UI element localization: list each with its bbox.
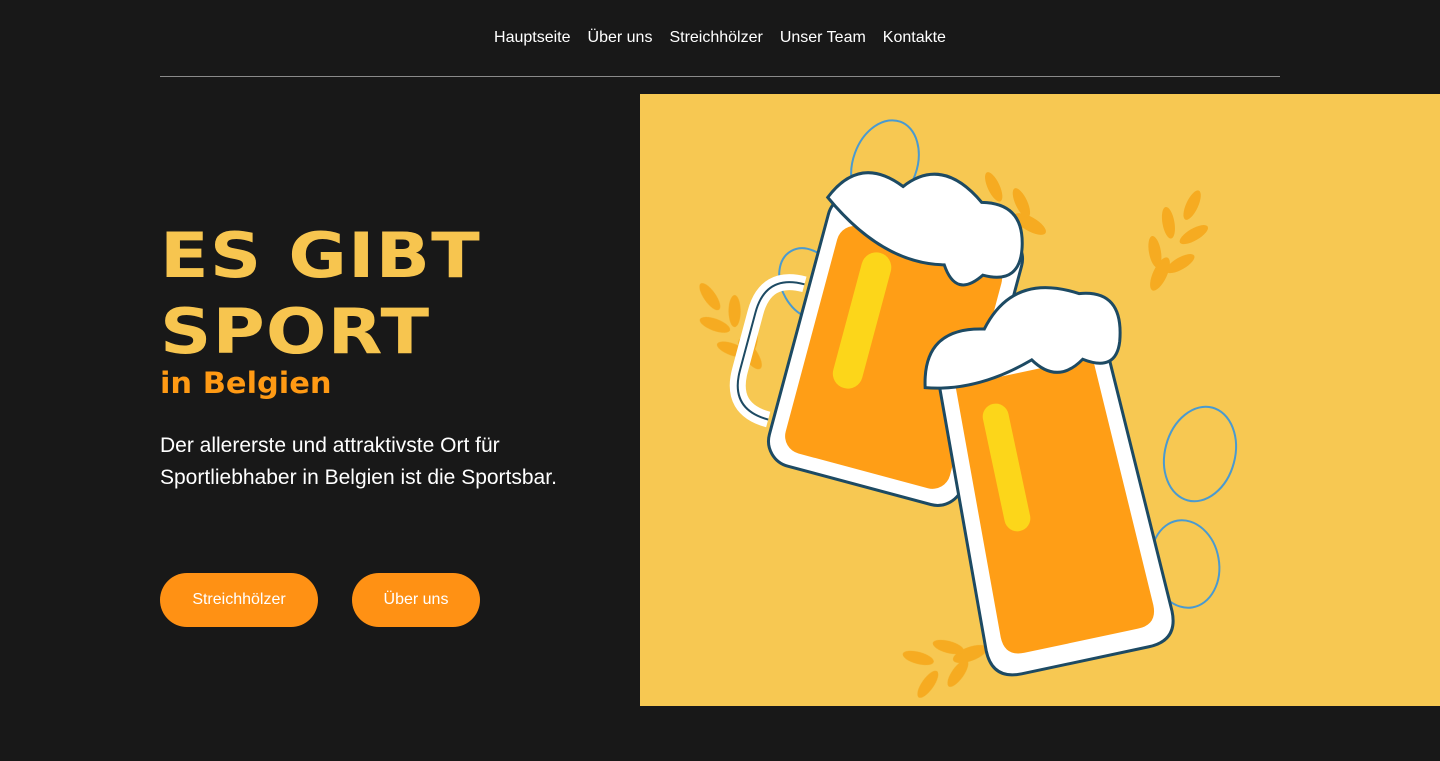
beer-toast-illustration-icon — [699, 119, 1238, 698]
hero-title-line2: SPORT — [160, 295, 431, 368]
nav-link-kontakte[interactable]: Kontakte — [883, 29, 946, 46]
nav-item-kontakte: Kontakte — [883, 29, 946, 47]
ueber-uns-button[interactable]: Über uns — [352, 573, 480, 627]
nav-link-streichhoelzer[interactable]: Streichhölzer — [669, 29, 762, 46]
hero-subtitle: in Belgien — [160, 366, 332, 400]
nav-item-ueber-uns: Über uns — [588, 29, 653, 47]
top-navigation: Hauptseite Über uns Streichhölzer Unser … — [160, 0, 1280, 77]
hero-title: ES GIBT SPORT — [160, 218, 481, 370]
nav-link-hauptseite[interactable]: Hauptseite — [494, 29, 571, 46]
nav-link-unser-team[interactable]: Unser Team — [780, 29, 866, 46]
beer-illustration-panel — [640, 94, 1440, 706]
nav-item-streichhoelzer: Streichhölzer — [669, 29, 762, 47]
nav-item-unser-team: Unser Team — [780, 29, 866, 47]
streichhoelzer-button[interactable]: Streichhölzer — [160, 573, 318, 627]
nav-menu: Hauptseite Über uns Streichhölzer Unser … — [494, 29, 946, 47]
nav-item-hauptseite: Hauptseite — [494, 29, 571, 47]
nav-link-ueber-uns[interactable]: Über uns — [588, 29, 653, 46]
hero-description: Der allererste und attraktivste Ort für … — [160, 434, 557, 489]
hero-title-line1: ES GIBT — [160, 219, 481, 292]
